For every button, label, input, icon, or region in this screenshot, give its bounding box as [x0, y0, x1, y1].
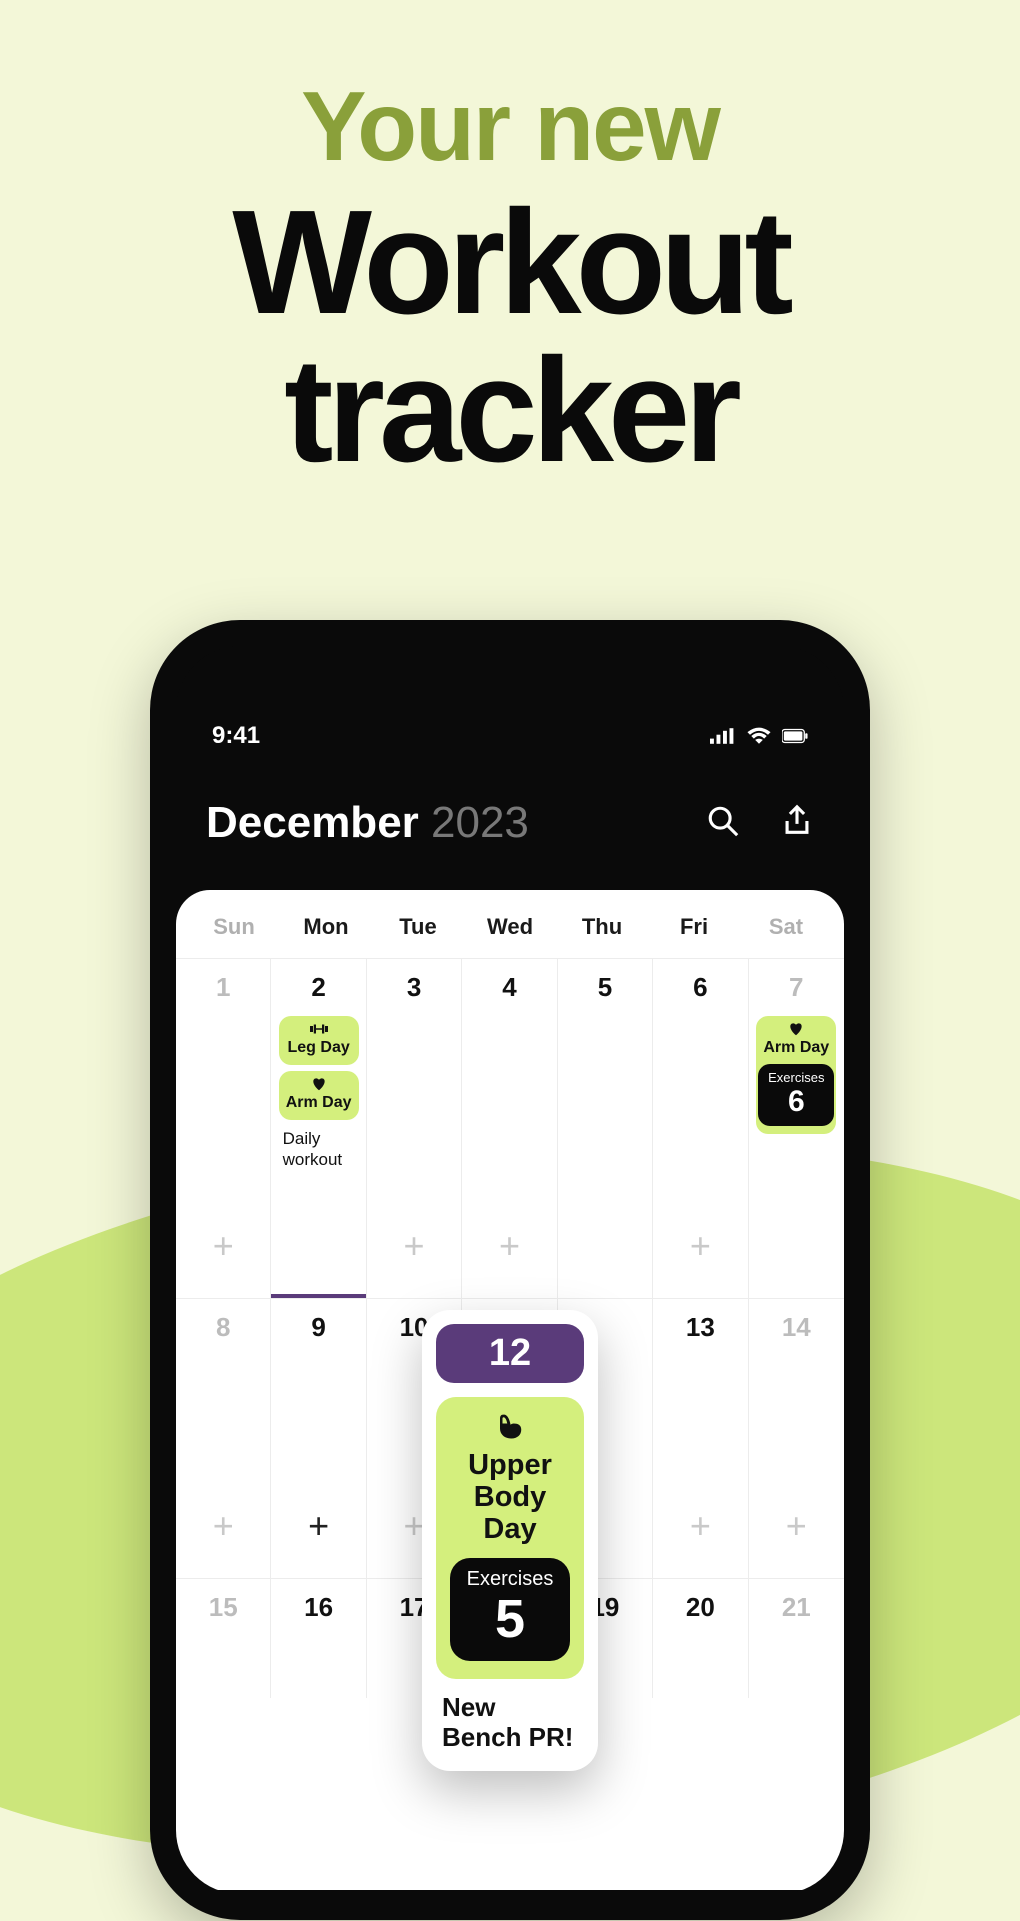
add-icon[interactable]: + [499, 1228, 520, 1288]
heart-icon [787, 1022, 805, 1036]
dow-sun: Sun [188, 914, 280, 940]
day-cell-14[interactable]: 14 + [749, 1299, 844, 1578]
day-cell-3[interactable]: 3 + [367, 959, 462, 1298]
day-cell-6[interactable]: 6 + [653, 959, 748, 1298]
day-cell-8[interactable]: 8 + [176, 1299, 271, 1578]
dow-mon: Mon [280, 914, 372, 940]
popover-note: New Bench PR! [436, 1679, 584, 1757]
workout-chip-arm-day-sat[interactable]: Arm Day Exercises 6 [756, 1016, 836, 1134]
year-label: 2023 [431, 798, 529, 847]
add-icon[interactable]: + [213, 1508, 234, 1568]
popover-workout-card[interactable]: Upper Body Day Exercises 5 [436, 1397, 584, 1679]
headline-main: Workout tracker [0, 189, 1020, 485]
headline-top: Your new [0, 70, 1020, 183]
day-cell-13[interactable]: 13 + [653, 1299, 748, 1578]
search-icon[interactable] [706, 804, 740, 843]
add-icon[interactable]: + [404, 1228, 425, 1288]
status-time: 9:41 [212, 722, 260, 750]
day-cell-4[interactable]: 4 + [462, 959, 557, 1298]
day-cell-16[interactable]: 16 [271, 1579, 366, 1698]
day-cell-15[interactable]: 15 [176, 1579, 271, 1698]
popover-title: Upper Body Day [446, 1450, 574, 1546]
heart-icon [310, 1077, 328, 1091]
day-note: Daily workout [279, 1123, 359, 1170]
add-icon[interactable]: + [213, 1228, 234, 1288]
add-icon[interactable]: + [690, 1228, 711, 1288]
workout-chip-leg-day[interactable]: Leg Day [279, 1016, 359, 1065]
calendar-sheet: Sun Mon Tue Wed Thu Fri Sat 1 + 2 [176, 890, 844, 1890]
add-icon[interactable]: + [308, 1508, 329, 1568]
phone-screen: 9:41 December 2023 [176, 646, 844, 1894]
dow-wed: Wed [464, 914, 556, 940]
wifi-icon [746, 727, 772, 745]
status-bar: 9:41 [176, 646, 844, 750]
day-cell-2[interactable]: 2 Leg Day Arm Day Daily workout [271, 959, 366, 1298]
week-row-1: 1 + 2 Leg Day Arm Day Daily work [176, 958, 844, 1298]
day-cell-1[interactable]: 1 + [176, 959, 271, 1298]
dow-thu: Thu [556, 914, 648, 940]
dumbbell-icon [310, 1022, 328, 1036]
workout-chip-arm-day[interactable]: Arm Day [279, 1071, 359, 1120]
exercises-badge: Exercises 6 [758, 1064, 834, 1126]
day-of-week-row: Sun Mon Tue Wed Thu Fri Sat [176, 890, 844, 958]
phone-frame: 9:41 December 2023 [150, 620, 870, 1920]
cellular-icon [710, 727, 736, 745]
day-cell-5[interactable]: 5 [558, 959, 653, 1298]
add-icon[interactable]: + [690, 1508, 711, 1568]
month-year-label[interactable]: December 2023 [206, 798, 529, 848]
day-cell-7[interactable]: 7 Arm Day Exercises 6 [749, 959, 844, 1298]
day-cell-20[interactable]: 20 [653, 1579, 748, 1698]
share-icon[interactable] [780, 804, 814, 843]
day-cell-21[interactable]: 21 [749, 1579, 844, 1698]
month-label: December [206, 798, 419, 847]
exercises-badge: Exercises 5 [450, 1558, 570, 1662]
bicep-icon [495, 1411, 525, 1441]
dow-tue: Tue [372, 914, 464, 940]
app-header: December 2023 [176, 750, 844, 884]
day-popover[interactable]: 12 Upper Body Day Exercises 5 New Bench … [422, 1310, 598, 1771]
popover-date: 12 [436, 1324, 584, 1383]
promo-headline: Your new Workout tracker [0, 0, 1020, 485]
battery-icon [782, 727, 808, 745]
dow-fri: Fri [648, 914, 740, 940]
status-indicators [710, 727, 808, 745]
day-cell-9[interactable]: 9 + [271, 1299, 366, 1578]
dow-sat: Sat [740, 914, 832, 940]
add-icon[interactable]: + [786, 1508, 807, 1568]
